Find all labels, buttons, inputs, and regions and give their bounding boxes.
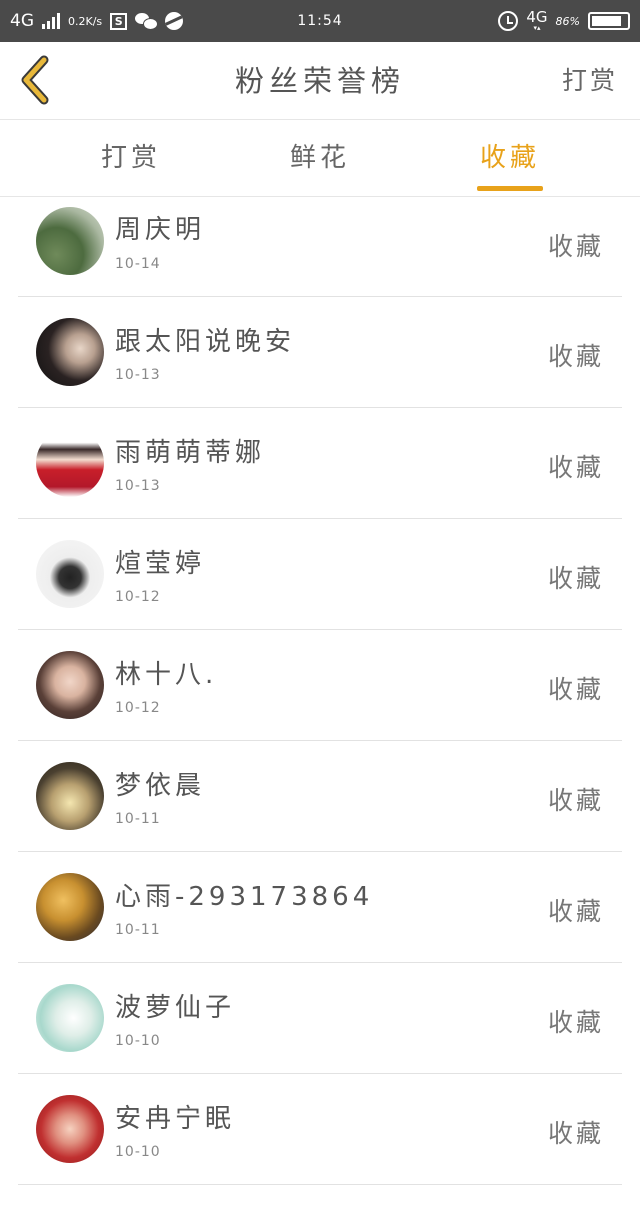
- fan-row[interactable]: 心雨-293173864 10-11 收藏: [18, 852, 622, 963]
- tab-tip[interactable]: 打赏: [71, 120, 191, 197]
- reward-type: 收藏: [547, 675, 604, 704]
- reward-type: 收藏: [547, 232, 604, 261]
- fan-date: 10-10: [115, 1033, 161, 1049]
- reward-type: 收藏: [547, 564, 604, 593]
- fan-row[interactable]: 煊莹婷 10-12 收藏: [18, 519, 622, 630]
- fan-date: 10-13: [115, 367, 161, 383]
- fan-row[interactable]: 跟太阳说晚安 10-13 收藏: [18, 297, 622, 408]
- avatar: [36, 762, 104, 830]
- fan-row[interactable]: 雨萌萌蒂娜 10-13 收藏: [18, 408, 622, 519]
- fan-date: 10-10: [115, 1144, 161, 1160]
- battery-percent: 86%: [555, 14, 580, 28]
- fan-name: 雨萌萌蒂娜: [115, 438, 266, 468]
- header-bar: 粉丝荣誉榜 打赏: [0, 42, 640, 120]
- fan-name: 周庆明: [115, 215, 206, 245]
- fan-date: 10-14: [115, 256, 161, 272]
- tab-bar: 打赏 鲜花 收藏: [0, 120, 640, 197]
- avatar: [36, 207, 104, 275]
- fan-date: 10-13: [115, 478, 161, 494]
- fan-date: 10-11: [115, 922, 161, 938]
- avatar: [36, 540, 104, 608]
- reward-type: 收藏: [547, 1119, 604, 1148]
- avatar: [36, 984, 104, 1052]
- avatar: [36, 651, 104, 719]
- network-right-label: 4G: [526, 8, 548, 26]
- fan-date: 10-12: [115, 589, 161, 605]
- reward-type: 收藏: [547, 453, 604, 482]
- fan-name: 波萝仙子: [115, 993, 236, 1023]
- fan-list: 周庆明 10-14 收藏 跟太阳说晚安 10-13 收藏 雨萌萌蒂娜 10-13…: [0, 197, 640, 1185]
- page-title: 粉丝荣誉榜: [234, 64, 405, 98]
- avatar: [36, 318, 104, 386]
- fan-date: 10-11: [115, 811, 161, 827]
- fan-row[interactable]: 周庆明 10-14 收藏: [18, 197, 622, 297]
- fan-row[interactable]: 梦依晨 10-11 收藏: [18, 741, 622, 852]
- fan-name: 煊莹婷: [115, 549, 206, 579]
- reward-type: 收藏: [547, 342, 604, 371]
- fan-name: 心雨-293173864: [115, 882, 374, 912]
- fan-row[interactable]: 安冉宁眠 10-10 收藏: [18, 1074, 622, 1185]
- alarm-icon: [498, 11, 519, 31]
- network-4g-icon: 4G ▾▴: [526, 8, 548, 32]
- tip-button[interactable]: 打赏: [562, 42, 618, 120]
- fan-row[interactable]: 林十八. 10-12 收藏: [18, 630, 622, 741]
- status-bar: 4G 0.2K/s S 11:54 4G ▾▴ 86%: [0, 0, 640, 42]
- fan-name: 林十八.: [115, 660, 218, 690]
- tab-flowers[interactable]: 鲜花: [260, 120, 380, 197]
- fan-name: 跟太阳说晚安: [115, 327, 296, 357]
- avatar: [36, 429, 104, 497]
- fan-name: 梦依晨: [115, 771, 206, 801]
- fan-name: 安冉宁眠: [115, 1104, 236, 1134]
- fan-date: 10-12: [115, 700, 161, 716]
- reward-type: 收藏: [547, 897, 604, 926]
- avatar: [36, 1095, 104, 1163]
- avatar: [36, 873, 104, 941]
- battery-icon: [588, 12, 630, 30]
- reward-type: 收藏: [547, 1008, 604, 1037]
- fan-row[interactable]: 波萝仙子 10-10 收藏: [18, 963, 622, 1074]
- reward-type: 收藏: [547, 786, 604, 815]
- active-tab-indicator: [477, 186, 543, 191]
